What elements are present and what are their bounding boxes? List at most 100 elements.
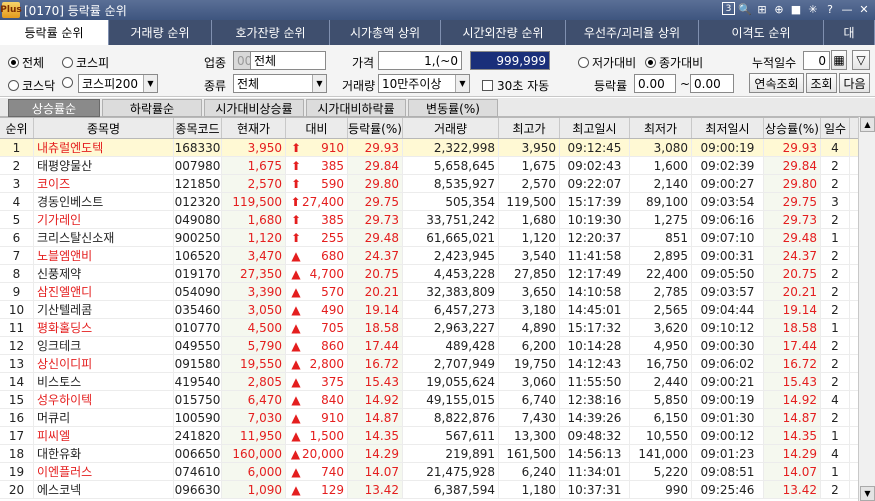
rate-to-input[interactable]: 0.00 [690, 74, 734, 93]
table-row[interactable]: 13 상신이디피 091580 19,550 ▲ 2,800 16.72 2,707,949 1… [0, 355, 858, 373]
table-row[interactable]: 3 코이즈 121850 2,570 ⬆ 590 29.80 8,535,927 2,570 09… [0, 175, 858, 193]
table-body: 1 내츄럴엔도텍 168330 3,950 ⬆ 910 29.93 2,322,998 3,95… [0, 139, 858, 499]
cell-rise-rate: 14.29 [764, 445, 821, 462]
radio-kospi200[interactable] [62, 77, 76, 88]
auto-refresh-box[interactable] [482, 80, 493, 91]
continuous-query-button[interactable]: 연속조회 [749, 73, 804, 93]
tab-preferred[interactable]: 우선주/괴리율 상위 [566, 20, 699, 45]
subtab-open-rise[interactable]: 시가대비상승률 [204, 99, 304, 117]
scroll-up-icon[interactable]: ▲ [860, 117, 875, 132]
subtab-fall-rate[interactable]: 하락률순 [102, 99, 202, 117]
radio-kospi200-button[interactable] [62, 77, 73, 88]
radio-low-base-button[interactable] [578, 57, 589, 68]
tab-volume[interactable]: 거래량 순위 [109, 20, 212, 45]
radio-close-base-button[interactable] [645, 57, 656, 68]
screen-number-badge[interactable]: 3 [722, 2, 735, 15]
subtab-volatility[interactable]: 변동률(%) [408, 99, 498, 117]
table-row[interactable]: 19 이엔플러스 074610 6,000 ▲ 740 14.07 21,475,928 6,2… [0, 463, 858, 481]
cell-volume: 2,963,227 [403, 319, 499, 336]
tab-more[interactable]: 대 [824, 20, 875, 45]
cumdays-input[interactable]: 0 [803, 51, 830, 70]
table-row[interactable]: 12 잉크테크 049550 5,790 ▲ 860 17.44 489,428 6,200 10… [0, 337, 858, 355]
kind-select[interactable]: 전체 ▼ [233, 74, 327, 93]
table-row[interactable]: 15 성우하이텍 015750 6,470 ▲ 840 14.92 49,155,015 6,7… [0, 391, 858, 409]
cell-days: 2 [821, 283, 850, 300]
zoom-in-icon[interactable]: ⊕ [772, 2, 786, 17]
tab-market-cap[interactable]: 시가총액 상위 [330, 20, 441, 45]
table-row[interactable]: 7 노블엠앤비 106520 3,470 ▲ 680 24.37 2,423,945 3,540… [0, 247, 858, 265]
cell-stock-name: 성우하이텍 [34, 391, 174, 408]
subtab-rise-rate[interactable]: 상승률순 [8, 99, 100, 117]
chevron-down-icon[interactable]: ▼ [143, 75, 157, 92]
minimize-icon[interactable]: — [840, 2, 854, 17]
column-header[interactable]: 최저가 [630, 118, 692, 138]
table-row[interactable]: 2 태평양물산 007980 1,675 ⬆ 385 29.84 5,658,645 1,675… [0, 157, 858, 175]
filter-icon[interactable]: ▽ [852, 50, 870, 70]
settings-icon[interactable]: ✳ [806, 2, 820, 17]
help-icon[interactable]: ? [823, 2, 837, 17]
table-row[interactable]: 5 기가레인 049080 1,680 ⬆ 385 29.73 33,751,242 1,680… [0, 211, 858, 229]
cell-rank: 7 [0, 247, 34, 264]
cell-change-rate: 14.87 [348, 409, 403, 426]
vertical-scrollbar[interactable]: ▲ ▼ [858, 117, 875, 501]
scroll-down-icon[interactable]: ▼ [860, 486, 875, 501]
table-row[interactable]: 20 에스코넥 096630 1,090 ▲ 129 13.42 6,387,594 1,180… [0, 481, 858, 499]
column-header[interactable]: 최저일시 [692, 118, 764, 138]
table-row[interactable]: 8 신풍제약 019170 27,350 ▲ 4,700 20.75 4,453,228 27,… [0, 265, 858, 283]
change-value: 590 [321, 176, 344, 191]
calendar-icon[interactable]: ▦ [831, 50, 847, 70]
table-row[interactable]: 4 경동인베스트 012320 119,500 ⬆ 27,400 29.75 505,354 1… [0, 193, 858, 211]
column-header[interactable]: 거래량 [403, 118, 499, 138]
column-header[interactable]: 대비 [286, 118, 348, 138]
radio-all-button[interactable] [8, 57, 19, 68]
column-header[interactable]: 최고가 [499, 118, 560, 138]
radio-low-base[interactable]: 저가대비 [578, 54, 636, 71]
tab-disparity[interactable]: 이격도 순위 [699, 20, 824, 45]
close-icon[interactable]: ✕ [857, 2, 871, 17]
table-row[interactable]: 11 평화홀딩스 010770 4,500 ▲ 705 18.58 2,963,227 4,89… [0, 319, 858, 337]
subtab-open-fall[interactable]: 시가대비하락률 [306, 99, 406, 117]
volume-select[interactable]: 10만주이상 ▼ [378, 74, 470, 93]
cell-high-price: 1,120 [499, 229, 560, 246]
chevron-down-icon[interactable]: ▼ [455, 75, 469, 92]
tab-after-hours[interactable]: 시간외잔량 순위 [441, 20, 566, 45]
table-row[interactable]: 17 피씨엘 241820 11,950 ▲ 1,500 14.35 567,611 13,30… [0, 427, 858, 445]
kospi200-select[interactable]: 코스피200 ▼ [78, 74, 158, 93]
table-row[interactable]: 10 기산텔레콤 035460 3,050 ▲ 490 19.14 6,457,273 3,18… [0, 301, 858, 319]
sector-name-input[interactable]: 전체 [250, 51, 326, 70]
search-icon[interactable]: 🔍 [738, 2, 752, 17]
radio-kospi[interactable]: 코스피 [62, 54, 109, 71]
table-row[interactable]: 1 내츄럴엔도텍 168330 3,950 ⬆ 910 29.93 2,322,998 3,95… [0, 139, 858, 157]
radio-kosdaq-button[interactable] [8, 80, 19, 91]
radio-kosdaq[interactable]: 코스닥 [8, 77, 55, 94]
table-row[interactable]: 14 비스토스 419540 2,805 ▲ 375 15.43 19,055,624 3,06… [0, 373, 858, 391]
column-header[interactable]: 순위 [0, 118, 34, 138]
radio-close-base[interactable]: 종가대비 [645, 54, 703, 71]
column-header[interactable]: 등락률(%) [348, 118, 403, 138]
table-row[interactable]: 18 대한유화 006650 160,000 ▲ 20,000 14.29 219,891 16… [0, 445, 858, 463]
table-row[interactable]: 9 삼진엘앤디 054090 3,390 ▲ 570 20.21 32,383,809 3,65… [0, 283, 858, 301]
radio-kospi-button[interactable] [62, 57, 73, 68]
tab-rise-rate[interactable]: 등락률 순위 [0, 20, 109, 45]
table-row[interactable]: 6 크리스탈신소재 900250 1,120 ⬆ 255 29.48 61,665,021 1,… [0, 229, 858, 247]
window-layout-icon[interactable]: ⊞ [755, 2, 769, 17]
column-header[interactable]: 종목명 [34, 118, 174, 138]
query-button[interactable]: 조회 [806, 73, 837, 93]
column-header[interactable]: 종목코드 [174, 118, 222, 138]
cell-days: 2 [821, 337, 850, 354]
price-to-input[interactable]: 999,999 [470, 51, 550, 70]
column-header[interactable]: 최고일시 [560, 118, 630, 138]
column-header[interactable]: 일수 [821, 118, 850, 138]
next-button[interactable]: 다음 [839, 73, 870, 93]
chevron-down-icon[interactable]: ▼ [312, 75, 326, 92]
column-header[interactable]: 상승률(%) [764, 118, 821, 138]
table-row[interactable]: 16 머큐리 100590 7,030 ▲ 910 14.87 8,822,876 7,430 1… [0, 409, 858, 427]
stop-icon[interactable]: ■ [789, 2, 803, 17]
column-header[interactable]: 현재가 [222, 118, 286, 138]
rate-from-input[interactable]: 0.00 [634, 74, 676, 93]
radio-all[interactable]: 전체 [8, 54, 44, 71]
tab-order-book[interactable]: 호가잔량 순위 [212, 20, 330, 45]
auto-refresh-checkbox[interactable]: 30초 자동 [482, 77, 549, 94]
cell-high-price: 6,240 [499, 463, 560, 480]
price-from-input[interactable]: 1,(~0 [378, 51, 462, 70]
